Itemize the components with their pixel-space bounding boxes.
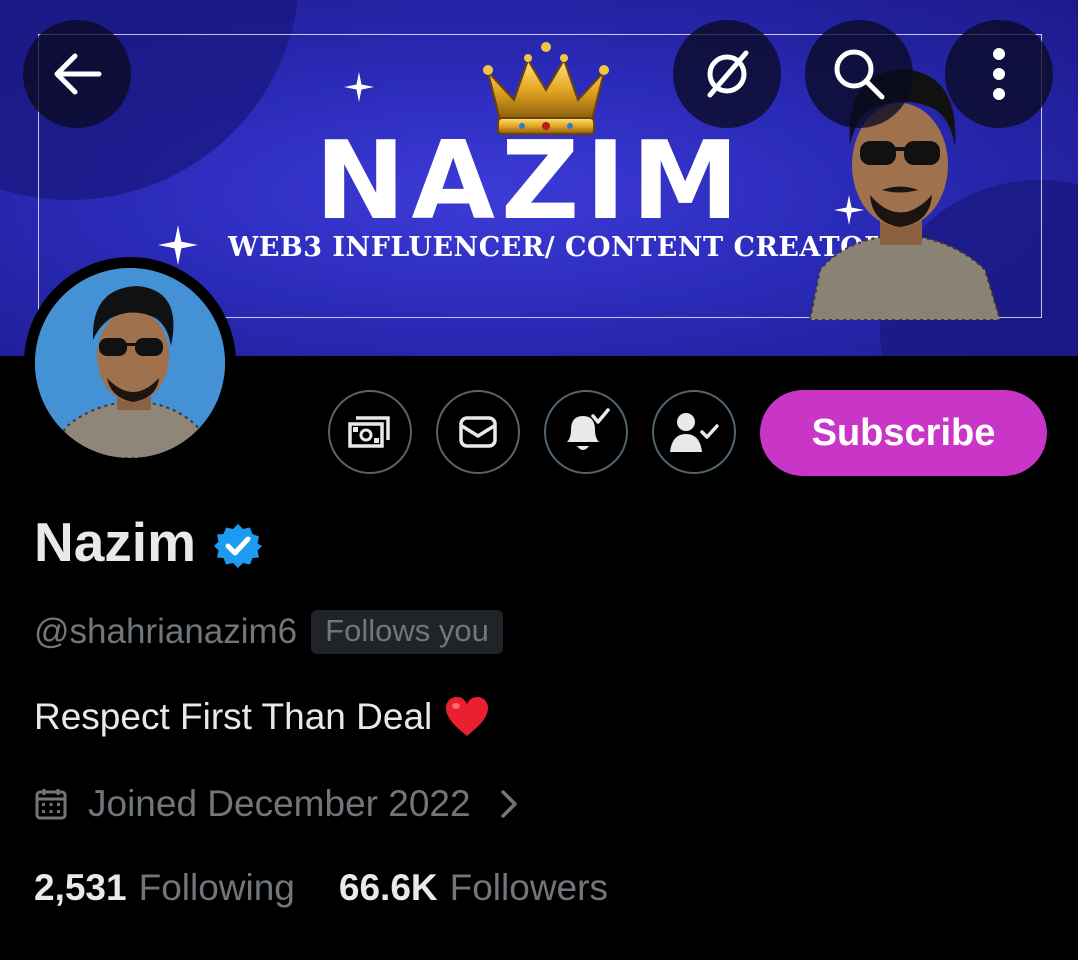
back-arrow-icon [54,53,102,95]
user-handle: @shahrianazim6 [34,612,298,652]
followers-stat-link[interactable]: 66.6K Followers [339,867,608,909]
grok-button[interactable] [673,20,781,128]
bio-text: Respect First Than Deal [34,696,433,737]
following-stat-link[interactable]: 2,531 Following [34,867,295,909]
following-user-check-icon [670,413,719,452]
more-options-button[interactable] [945,20,1053,128]
back-button[interactable] [23,20,131,128]
search-icon [834,49,885,100]
avatar-portrait-illustration [35,268,225,458]
following-count: 2,531 [34,867,127,908]
search-button[interactable] [805,20,913,128]
chevron-right-icon [500,790,517,818]
joined-date-text: Joined December 2022 [88,783,471,824]
verified-badge-icon[interactable] [214,522,262,570]
joined-date-row[interactable]: Joined December 2022 [34,783,519,825]
followers-label: Followers [449,867,608,908]
message-icon [459,416,497,448]
tip-money-icon [348,416,390,448]
display-name: Nazim [34,511,196,573]
profile-handle-row: @shahrianazim6 Follows you [34,610,503,655]
following-label: Following [138,867,295,908]
calendar-icon [35,789,67,820]
red-heart-emoji-icon [446,697,489,736]
follows-you-badge: Follows you [311,610,503,655]
tip-button[interactable] [328,390,412,474]
profile-bio: Respect First Than Deal [34,696,490,738]
notifications-button[interactable] [544,390,628,474]
profile-avatar[interactable] [24,257,236,469]
notification-bell-check-icon [567,408,610,450]
more-vertical-icon [993,48,1005,100]
subscribe-button[interactable]: Subscribe [760,390,1047,476]
banner-title: NAZIM [315,119,745,244]
avatar-image [35,268,225,458]
grok-icon [707,50,749,98]
profile-name-row: Nazim [34,515,262,570]
sparkle-icon [158,225,198,265]
follow-stats: 2,531 Following 66.6K Followers [34,867,608,909]
banner-subtitle: WEB3 INFLUENCER/ CONTENT CREATOR [228,232,888,263]
followers-count: 66.6K [338,867,438,908]
following-button[interactable] [652,390,736,474]
sparkle-icon [344,72,374,102]
message-button[interactable] [436,390,520,474]
